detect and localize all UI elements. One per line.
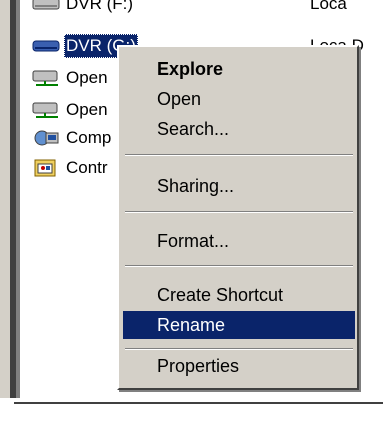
- network-drive-icon: [32, 101, 60, 119]
- menu-item-create-shortcut[interactable]: Create Shortcut: [123, 281, 355, 309]
- window-left-border: [0, 0, 10, 407]
- computer-icon: [32, 129, 60, 147]
- drive-icon: [32, 0, 60, 13]
- drive-icon: [32, 37, 60, 55]
- list-item-name: Open: [66, 100, 108, 119]
- menu-separator: [125, 211, 353, 213]
- menu-item-format[interactable]: Format...: [123, 227, 355, 255]
- menu-separator: [125, 154, 353, 156]
- menu-item-explore[interactable]: Explore: [123, 55, 355, 83]
- list-item-name: Contr: [66, 158, 108, 177]
- menu-item-sharing[interactable]: Sharing...: [123, 172, 355, 200]
- menu-item-open[interactable]: Open: [123, 85, 355, 113]
- list-item-drive-f[interactable]: DVR (F:) Loca: [20, 0, 383, 16]
- context-menu: Explore Open Search... Sharing... Format…: [117, 45, 359, 390]
- menu-separator: [125, 348, 353, 350]
- list-item-type: Loca: [310, 0, 347, 13]
- menu-item-properties[interactable]: Properties: [123, 352, 355, 380]
- list-item-name: DVR (F:): [66, 0, 134, 13]
- menu-separator: [125, 265, 353, 267]
- menu-item-search[interactable]: Search...: [123, 115, 355, 143]
- window-bottom-border: [14, 402, 383, 404]
- network-drive-icon: [32, 69, 60, 87]
- menu-item-rename[interactable]: Rename: [123, 311, 355, 339]
- list-item-name: Open: [66, 68, 108, 87]
- list-item-name: Comp: [66, 128, 112, 147]
- control-panel-icon: [32, 159, 60, 177]
